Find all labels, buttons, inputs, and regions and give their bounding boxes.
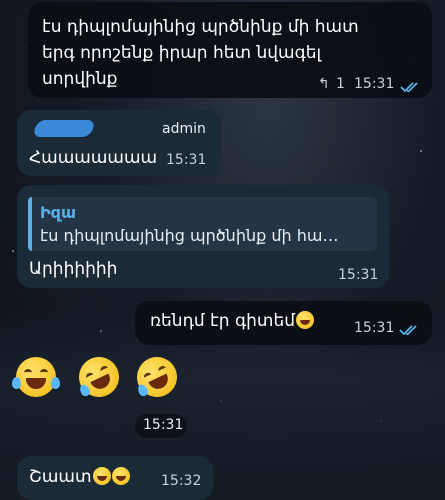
message-time: 15:31 bbox=[338, 267, 379, 283]
rolling-laughing-emoji bbox=[92, 467, 111, 485]
message-text-line: սորվինք bbox=[42, 69, 118, 89]
message-bubble-outgoing[interactable]: էս դիպլոմայինից պրծնինք մի հատ երգ որոշե… bbox=[28, 2, 432, 98]
admin-badge: admin bbox=[162, 121, 206, 137]
message-text-line: էս դիպլոմայինից պրծնինք մի հատ bbox=[42, 17, 359, 37]
message-text: Արիիիիիի bbox=[29, 259, 118, 279]
message-text: Շաատ bbox=[29, 466, 130, 488]
message-text: ռենդմ էր գիտեմ bbox=[150, 310, 315, 332]
message-text-body: Շաատ bbox=[29, 467, 92, 487]
quote-text: էս դիպլոմայինից պրծնինք մի հա… bbox=[40, 226, 339, 245]
quote-author: Իզա bbox=[40, 203, 76, 222]
sender-name-redacted bbox=[32, 120, 96, 137]
message-time: 15:32 bbox=[161, 473, 202, 489]
emoji-message-time: 15:31 bbox=[135, 414, 187, 438]
message-time: 15:31 bbox=[354, 76, 395, 92]
reply-arrow-icon[interactable]: ↰ bbox=[318, 76, 330, 92]
double-check-icon bbox=[400, 81, 420, 93]
message-text: Հաաաաաաա bbox=[29, 148, 158, 168]
message-text-line: երգ որոշենք իրար հետ նվագել bbox=[42, 43, 322, 63]
message-time: 15:31 bbox=[354, 320, 395, 336]
message-time: 15:31 bbox=[143, 417, 184, 433]
rolling-laughing-emoji bbox=[111, 467, 130, 485]
quote-accent-bar bbox=[28, 197, 32, 251]
message-time: 15:31 bbox=[166, 152, 207, 168]
reply-count: 1 bbox=[336, 76, 345, 92]
tears-of-joy-emoji bbox=[296, 311, 315, 329]
double-check-icon bbox=[399, 324, 419, 336]
quoted-reply[interactable]: Իզա էս դիպլոմայինից պրծնինք մի հա… bbox=[28, 197, 377, 251]
message-text-body: ռենդմ էր գիտեմ bbox=[150, 311, 296, 331]
tears-of-joy-emoji bbox=[12, 357, 60, 397]
